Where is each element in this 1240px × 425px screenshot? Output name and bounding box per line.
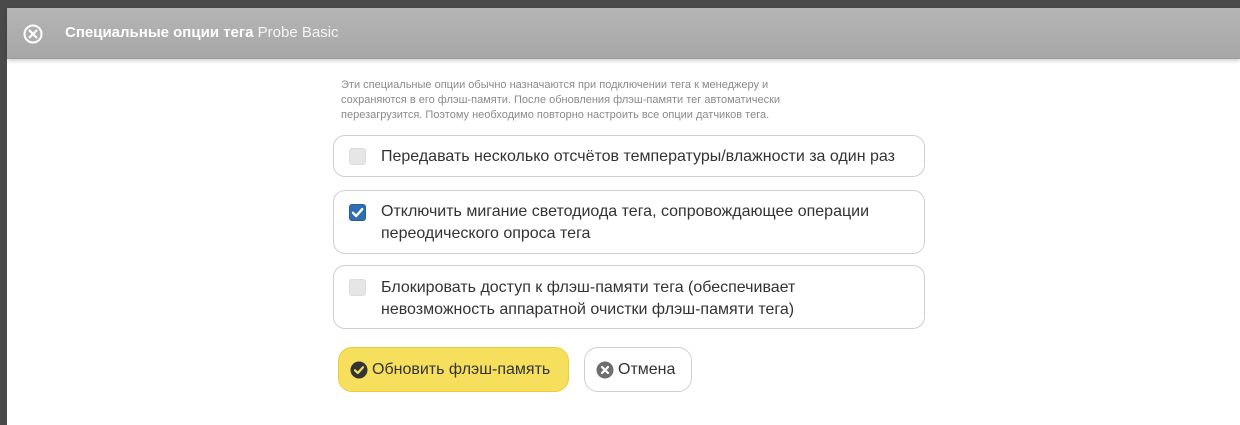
update-flash-button-label: Обновить флэш-память (372, 361, 551, 378)
cancel-button[interactable]: Отмена (584, 347, 692, 392)
option-disable-led-blink[interactable]: Отключить мигание светодиода тега, сопро… (333, 190, 925, 254)
check-circle-icon (350, 361, 368, 379)
option-label: Отключить мигание светодиода тега, сопро… (381, 203, 869, 242)
disable-led-blink-checkbox[interactable] (349, 204, 366, 221)
option-label: Передавать несколько отсчётов температур… (381, 148, 895, 165)
lock-flash-checkbox[interactable] (349, 279, 366, 296)
dialog-title: Специальные опции тега Probe Basic (65, 23, 339, 43)
dialog-title-tag-name: Probe Basic (257, 24, 339, 41)
info-note-line: перезагрузится. Поэтому необходимо повто… (341, 109, 770, 121)
dialog-title-main: Специальные опции тега (65, 24, 254, 41)
close-circle-icon (596, 361, 614, 379)
info-note: Эти специальные опции обычно назначаются… (341, 78, 881, 123)
option-multiple-readings[interactable]: Передавать несколько отсчётов температур… (333, 135, 925, 177)
info-note-line: сохраняются в его флэш-памяти. После обн… (341, 94, 781, 106)
option-lock-flash[interactable]: Блокировать доступ к флэш-памяти тега (о… (333, 265, 925, 329)
update-flash-button[interactable]: Обновить флэш-память (338, 347, 569, 392)
close-icon[interactable] (23, 24, 43, 44)
multiple-readings-checkbox[interactable] (349, 148, 366, 165)
option-label: Блокировать доступ к флэш-памяти тега (о… (381, 279, 796, 318)
info-note-line: Эти специальные опции обычно назначаются… (341, 79, 769, 91)
dialog-titlebar: Специальные опции тега Probe Basic (7, 8, 1240, 59)
tag-special-options-dialog: Специальные опции тега Probe Basic Эти с… (7, 8, 1240, 425)
cancel-button-label: Отмена (618, 361, 676, 378)
checkmark-icon (351, 208, 364, 218)
